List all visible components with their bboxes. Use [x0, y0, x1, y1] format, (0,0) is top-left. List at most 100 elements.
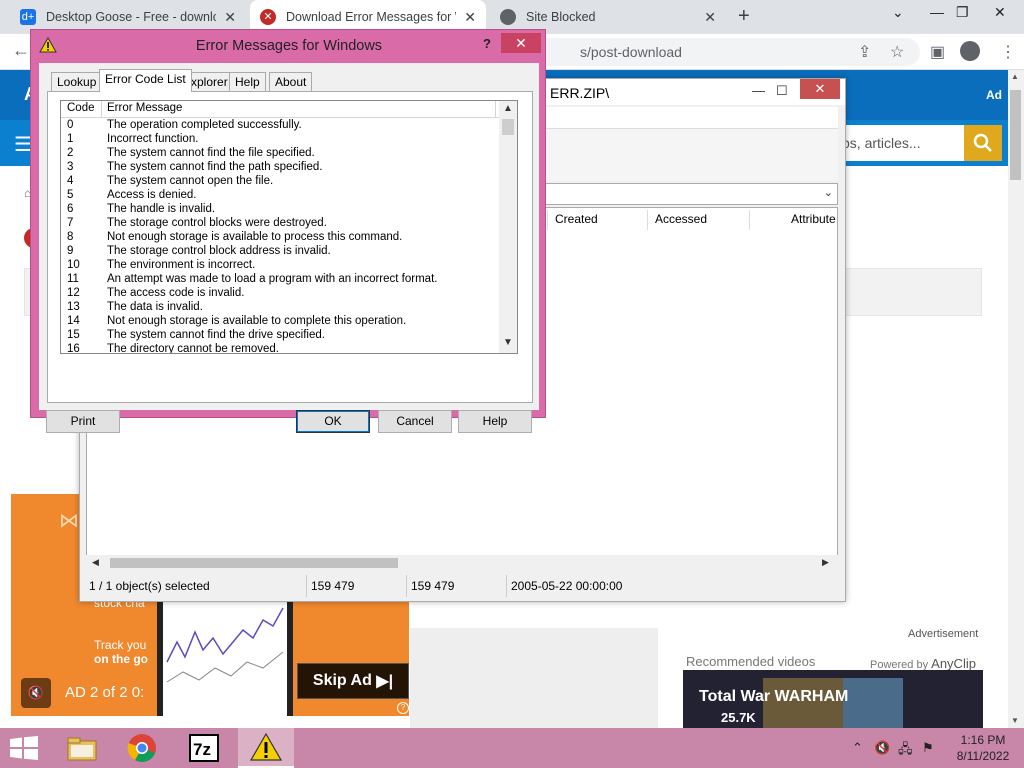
error-messages-icon [250, 733, 282, 761]
tab-close-icon[interactable]: ✕ [464, 9, 476, 26]
clock-date: 8/11/2022 [956, 749, 1010, 763]
list-item[interactable]: 2 The system cannot find the file specifi… [61, 146, 499, 160]
tab-title: Download Error Messages for W [286, 10, 457, 24]
list-item[interactable]: 10 The environment is incorrect. [61, 258, 499, 272]
windows-start-icon[interactable] [8, 736, 40, 760]
error-code: 13 [67, 301, 80, 313]
error-message: The system cannot find the path specifie… [107, 161, 323, 173]
share-icon[interactable]: ⇪ [858, 42, 871, 62]
ad-counter: AD 2 of 2 0: [65, 684, 145, 701]
close-icon[interactable]: ✕ [994, 4, 1006, 21]
tray-chevron-up-icon[interactable]: ⌃ [852, 740, 863, 756]
list-item[interactable]: 12 The access code is invalid. [61, 286, 499, 300]
network-icon[interactable]: 🖧 [898, 740, 913, 762]
tab-lookup[interactable]: Lookup [51, 72, 103, 91]
recommended-video-thumbnail[interactable]: Total War WARHAM 25.7K [683, 670, 983, 728]
tab-search-icon[interactable]: ⌄ [892, 4, 904, 21]
page-scroll-thumb[interactable] [1010, 90, 1021, 180]
list-vertical-scrollbar[interactable]: ▲ ▼ [499, 101, 517, 353]
tab-about[interactable]: About [269, 72, 313, 91]
restore-icon[interactable]: ❐ [956, 4, 969, 21]
list-item[interactable]: 1 Incorrect function. [61, 132, 499, 146]
ok-button[interactable]: OK [296, 410, 370, 433]
list-item[interactable]: 7 The storage control blocks were destroy… [61, 216, 499, 230]
list-item[interactable]: 16 The directory cannot be removed. [61, 342, 499, 353]
taskbar-file-explorer[interactable] [54, 728, 110, 768]
status-packed: 159 479 [411, 579, 455, 593]
column-created[interactable]: Created [555, 212, 598, 226]
zip-title: ERR.ZIP\ [550, 85, 610, 101]
tab-help[interactable]: Help [229, 72, 266, 91]
tab-close-icon[interactable]: ✕ [704, 9, 716, 26]
taskbar-clock[interactable]: 1:16 PM 8/11/2022 [950, 732, 1016, 764]
help-question-icon[interactable]: ? [475, 33, 499, 55]
skip-ad-label: Skip Ad [312, 672, 372, 689]
status-separator [406, 575, 407, 597]
taskbar-chrome[interactable] [114, 728, 170, 768]
side-panel-icon[interactable]: ▣ [930, 42, 945, 62]
profile-avatar-icon[interactable] [960, 41, 980, 61]
error-message: Incorrect function. [107, 133, 199, 145]
new-tab-icon[interactable]: + [738, 5, 750, 28]
scroll-down-icon[interactable]: ▼ [503, 337, 513, 348]
error-message: The system cannot find the drive specifi… [107, 329, 325, 341]
search-icon [973, 133, 992, 152]
cancel-button[interactable]: Cancel [378, 410, 452, 433]
column-code[interactable]: Code [67, 102, 95, 114]
site-search-button[interactable] [964, 125, 1002, 161]
zip-hscroll-thumb[interactable] [110, 558, 398, 568]
bookmark-star-icon[interactable]: ☆ [890, 42, 904, 62]
speaker-muted-icon[interactable]: 🔇 [874, 740, 890, 756]
error-message: The system cannot open the file. [107, 175, 274, 187]
maximize-icon[interactable]: ☐ [776, 83, 788, 99]
minimize-icon[interactable]: — [930, 4, 944, 20]
list-item[interactable]: 8 Not enough storage is available to proc… [61, 230, 499, 244]
list-scroll-thumb[interactable] [502, 119, 514, 135]
back-arrow-icon[interactable]: ← [12, 40, 30, 61]
tab-error-code-list[interactable]: Error Code List [99, 69, 192, 92]
column-attribute[interactable]: Attribute [791, 212, 836, 226]
zip-horizontal-scrollbar[interactable]: ◀ ▶ [86, 555, 838, 571]
list-item[interactable]: 9 The storage control block address is in… [61, 244, 499, 258]
chevron-down-icon[interactable]: ⌄ [824, 186, 833, 199]
error-favicon: ✕ [260, 9, 276, 25]
print-button[interactable]: Print [46, 410, 120, 433]
help-button[interactable]: Help [458, 410, 532, 433]
menu-kebab-icon[interactable]: ⋮ [1000, 42, 1016, 62]
ad-info-icon[interactable]: ? [397, 702, 409, 714]
site-search-input[interactable]: ps, articles... [830, 125, 964, 161]
list-item[interactable]: 6 The handle is invalid. [61, 202, 499, 216]
list-item[interactable]: 11 An attempt was made to load a program … [61, 272, 499, 286]
video-views: 25.7K [721, 710, 756, 725]
minimize-icon[interactable]: — [752, 83, 765, 98]
7zip-icon: 7z [189, 734, 219, 762]
scroll-up-icon[interactable]: ▲ [1011, 72, 1019, 81]
close-icon[interactable]: ✕ [501, 33, 541, 53]
list-item[interactable]: 5 Access is denied. [61, 188, 499, 202]
list-item[interactable]: 15 The system cannot find the drive speci… [61, 328, 499, 342]
advertisement-label: Advertisement [908, 628, 979, 640]
mute-icon[interactable]: 🔇 [21, 678, 51, 708]
scroll-up-icon[interactable]: ▲ [503, 103, 513, 114]
action-center-icon[interactable]: ⚑ [922, 740, 934, 756]
list-item[interactable]: 3 The system cannot find the path specifi… [61, 160, 499, 174]
error-code-list[interactable]: Code Error Message 0 The operation comple… [60, 100, 518, 354]
list-item[interactable]: 13 The data is invalid. [61, 300, 499, 314]
taskbar-error-messages[interactable] [238, 728, 294, 768]
list-item[interactable]: 0 The operation completed successfully. [61, 118, 499, 132]
scroll-left-icon[interactable]: ◀ [92, 557, 99, 568]
column-accessed[interactable]: Accessed [655, 212, 707, 226]
list-item[interactable]: 4 The system cannot open the file. [61, 174, 499, 188]
list-item[interactable]: 14 Not enough storage is available to com… [61, 314, 499, 328]
skip-ad-button[interactable]: Skip Ad ▶| [297, 663, 409, 699]
column-error-message[interactable]: Error Message [107, 102, 182, 114]
tab-close-icon[interactable]: ✕ [224, 9, 236, 26]
status-date: 2005-05-22 00:00:00 [511, 579, 623, 593]
taskbar-7zip[interactable]: 7z [176, 728, 232, 768]
error-message: Not enough storage is available to compl… [107, 315, 407, 327]
scroll-right-icon[interactable]: ▶ [822, 557, 829, 568]
scroll-down-icon[interactable]: ▼ [1011, 716, 1019, 725]
error-code: 1 [67, 133, 74, 145]
close-icon[interactable]: ✕ [800, 79, 840, 99]
powered-by: Powered by AnyClip [870, 656, 976, 671]
